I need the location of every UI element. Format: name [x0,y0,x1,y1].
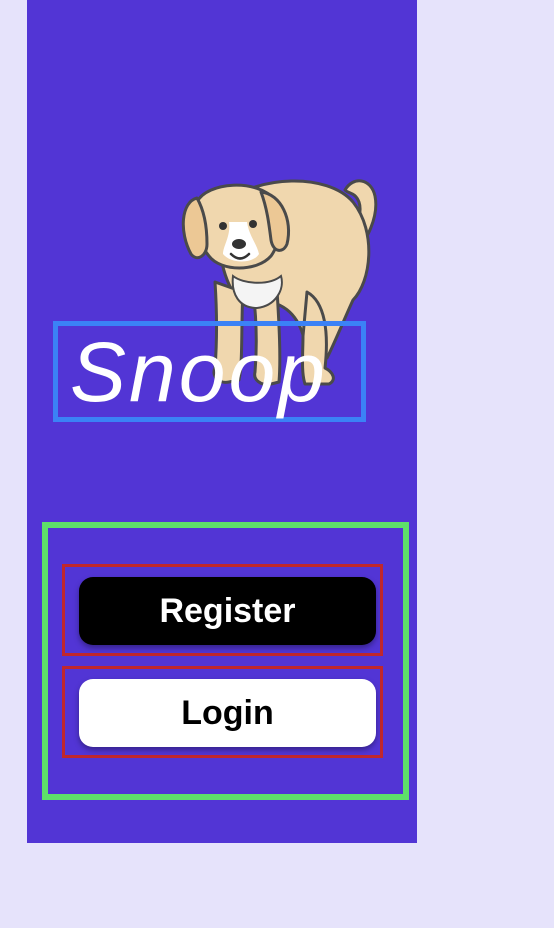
app-screen: Snoop Register Login [27,0,417,843]
auth-actions-panel: Register Login [42,522,409,800]
register-button-wrapper: Register [62,564,383,656]
register-button[interactable]: Register [79,577,376,645]
login-button[interactable]: Login [79,679,376,747]
app-title: Snoop [70,325,328,419]
login-button-wrapper: Login [62,666,383,758]
app-title-container: Snoop [53,321,366,422]
